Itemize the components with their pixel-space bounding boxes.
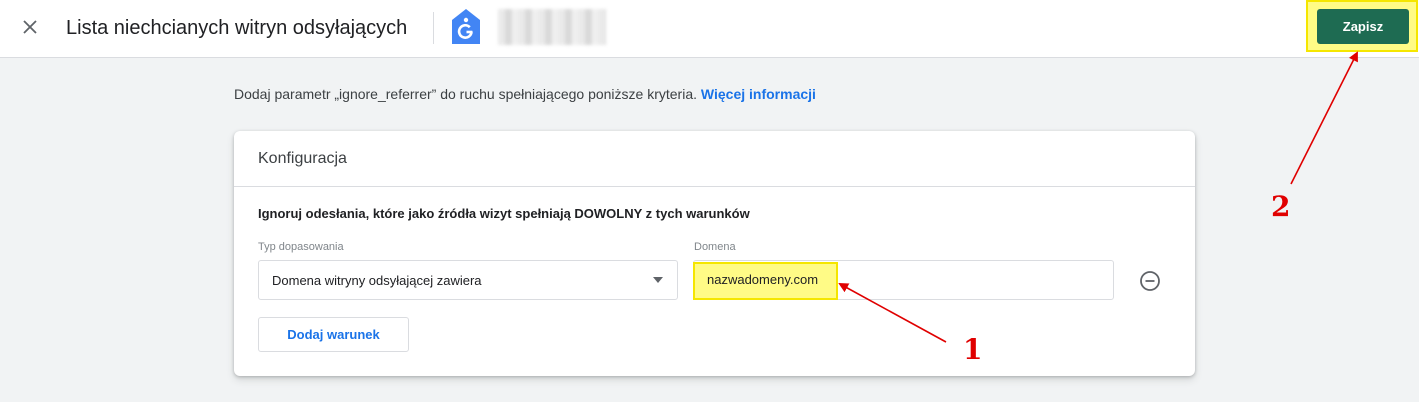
page-title: Lista niechcianych witryn odsyłających <box>66 17 408 39</box>
remove-circle-icon[interactable] <box>1139 270 1161 292</box>
arrow-to-save <box>1290 51 1358 185</box>
annotation-number-2: 2 <box>1271 190 1291 223</box>
add-condition-button[interactable]: Dodaj warunek <box>258 317 409 352</box>
domain-input[interactable]: nazwadomeny.com <box>693 260 1114 300</box>
more-info-link[interactable]: Więcej informacji <box>701 86 816 102</box>
annotation-number-1: 1 <box>963 333 983 366</box>
domain-label: Domena <box>694 241 736 253</box>
match-type-value: Domena witryny odsyłającej zawiera <box>272 272 482 288</box>
card-title: Konfiguracja <box>258 149 347 167</box>
tag-manager-icon <box>452 9 480 44</box>
match-type-select[interactable]: Domena witryny odsyłającej zawiera <box>258 260 678 300</box>
condition-title: Ignoruj odesłania, które jako źródła wiz… <box>258 206 750 221</box>
close-button[interactable] <box>18 15 42 39</box>
description: Dodaj parametr „ignore_referrer” do ruch… <box>234 85 816 103</box>
save-button[interactable]: Zapisz <box>1317 9 1409 44</box>
card-header: Konfiguracja <box>234 131 1195 187</box>
dropdown-caret-icon <box>653 277 663 283</box>
configuration-card: Konfiguracja Ignoruj odesłania, które ja… <box>234 131 1195 376</box>
description-text: Dodaj parametr „ignore_referrer” do ruch… <box>234 86 698 102</box>
header-divider <box>433 12 434 44</box>
account-name-blurred <box>498 9 606 45</box>
match-type-label: Typ dopasowania <box>258 241 344 253</box>
domain-value: nazwadomeny.com <box>707 272 819 287</box>
top-bar: Lista niechcianych witryn odsyłających Z… <box>0 0 1419 58</box>
close-icon <box>23 20 37 34</box>
